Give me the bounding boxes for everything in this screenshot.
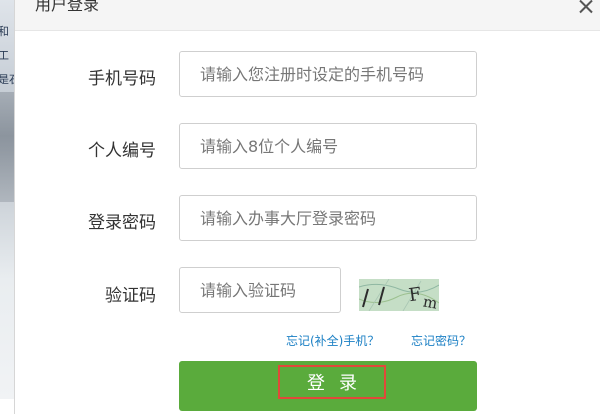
dialog-header: 用户登录	[15, 0, 600, 31]
forgot-phone-link[interactable]: 忘记(补全)手机？	[286, 332, 379, 349]
password-label: 登录密码	[88, 213, 156, 233]
captcha-text: m	[422, 292, 439, 311]
forgot-password-link[interactable]: 忘记密码？	[411, 332, 471, 349]
personal-id-label: 个人编号	[88, 141, 156, 161]
password-input[interactable]	[179, 195, 477, 241]
background-text: 工	[0, 49, 9, 62]
phone-input[interactable]	[179, 51, 477, 97]
personal-id-input[interactable]	[179, 123, 477, 169]
dialog-title: 用户登录	[35, 0, 100, 14]
captcha-image[interactable]: F m	[359, 279, 439, 311]
background-text: 和	[0, 25, 9, 38]
captcha-label: 验证码	[105, 286, 156, 306]
captcha-input[interactable]	[179, 267, 341, 313]
close-icon[interactable]	[579, 0, 593, 14]
login-button[interactable]	[179, 361, 477, 411]
phone-label: 手机号码	[88, 69, 156, 89]
background-page: 和 工 是石	[0, 0, 20, 399]
